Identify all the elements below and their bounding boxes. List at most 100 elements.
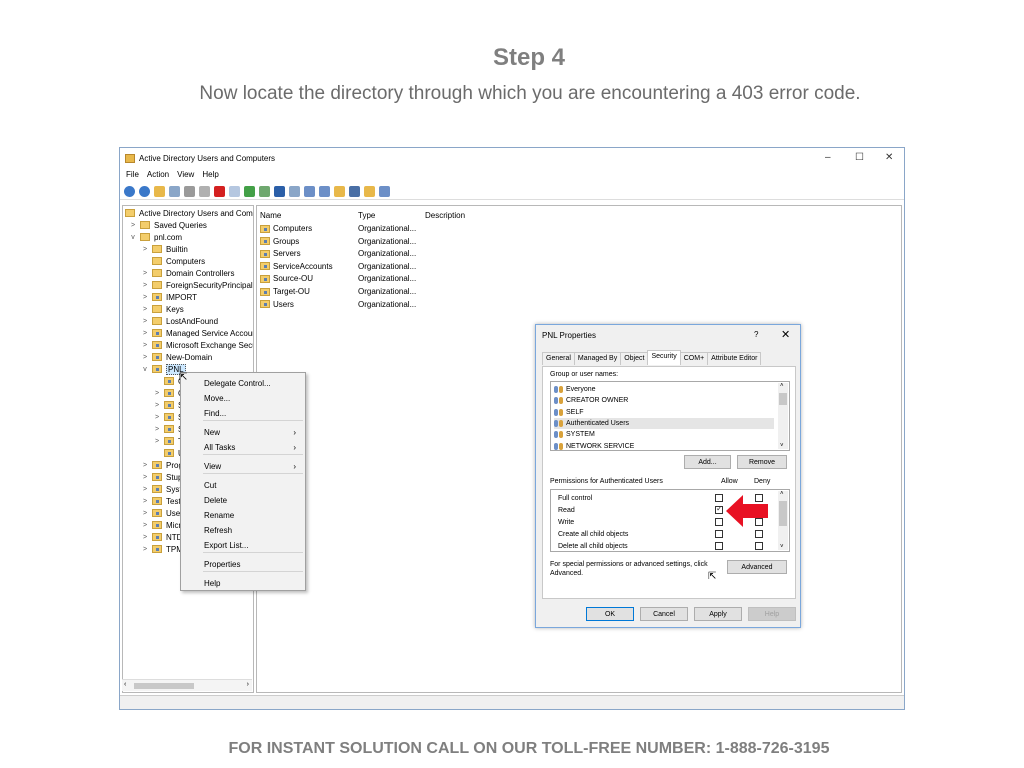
- list-item[interactable]: Computers Organizational...: [257, 224, 457, 236]
- group-list-item[interactable]: SELF: [554, 407, 774, 418]
- scroll-right-icon[interactable]: ›: [247, 681, 249, 688]
- tree-item[interactable]: > NTD: [141, 531, 183, 543]
- tree-item[interactable]: > New-Domain: [141, 351, 212, 363]
- dialog-tab[interactable]: Security: [647, 350, 681, 365]
- expand-chevron-icon[interactable]: >: [141, 342, 149, 349]
- tree-item[interactable]: > TPM: [141, 543, 183, 555]
- add-to-group-icon[interactable]: [379, 186, 390, 197]
- allow-checkbox[interactable]: [715, 542, 723, 550]
- menu-view[interactable]: View: [177, 170, 194, 183]
- context-menu-item[interactable]: Cut: [204, 478, 302, 492]
- minimize-button[interactable]: –: [825, 152, 831, 163]
- tree-item[interactable]: > Managed Service Accour: [141, 327, 253, 339]
- column-header-name[interactable]: Name: [260, 211, 281, 220]
- context-menu-item[interactable]: Refresh: [204, 523, 302, 537]
- tree-item[interactable]: >S: [153, 411, 183, 423]
- expand-chevron-icon[interactable]: >: [141, 462, 149, 469]
- context-menu-item[interactable]: View ›: [204, 459, 302, 473]
- expand-chevron-icon[interactable]: >: [141, 306, 149, 313]
- remove-button[interactable]: Remove: [737, 455, 787, 469]
- maximize-button[interactable]: ☐: [855, 152, 864, 163]
- tree-item[interactable]: > Stup: [141, 471, 183, 483]
- allow-checkbox[interactable]: [715, 504, 723, 514]
- tree-item[interactable]: >S: [153, 399, 183, 411]
- apply-button[interactable]: Apply: [694, 607, 742, 621]
- expand-chevron-icon[interactable]: >: [141, 522, 149, 529]
- expand-chevron-icon[interactable]: >: [141, 354, 149, 361]
- expand-chevron-icon[interactable]: >: [141, 294, 149, 301]
- close-button[interactable]: ✕: [885, 152, 893, 163]
- context-menu-item[interactable]: Export List...: [204, 538, 302, 552]
- tree-item[interactable]: > Domain Controllers: [141, 267, 235, 279]
- group-scroll-thumb[interactable]: [779, 393, 787, 405]
- expand-chevron-icon[interactable]: >: [141, 486, 149, 493]
- group-list-item[interactable]: Everyone: [554, 384, 774, 395]
- tree-horizontal-scrollbar[interactable]: ‹ ›: [122, 679, 252, 691]
- list-item[interactable]: Users Organizational...: [257, 300, 457, 312]
- list-item[interactable]: Groups Organizational...: [257, 237, 457, 249]
- filter-icon[interactable]: [349, 186, 360, 197]
- tree-root[interactable]: Active Directory Users and Com: [125, 207, 253, 219]
- tree-item[interactable]: Computers: [141, 255, 205, 267]
- refresh-icon[interactable]: [244, 186, 255, 197]
- expand-chevron-icon[interactable]: >: [141, 498, 149, 505]
- scroll-down-icon[interactable]: ˅: [780, 443, 784, 449]
- context-menu-item[interactable]: Find...: [204, 406, 302, 420]
- dialog-tab[interactable]: COM+: [679, 352, 709, 365]
- tree-item[interactable]: > Saved Queries: [129, 219, 207, 231]
- properties-icon[interactable]: [229, 186, 240, 197]
- add-button[interactable]: Add...: [684, 455, 731, 469]
- expand-chevron-icon[interactable]: >: [141, 282, 149, 289]
- find-icon[interactable]: [364, 186, 375, 197]
- tree-item[interactable]: > Test: [141, 495, 181, 507]
- menu-action[interactable]: Action: [147, 170, 169, 183]
- allow-checkbox[interactable]: [715, 530, 723, 538]
- context-menu-item[interactable]: Move...: [204, 391, 302, 405]
- expand-chevron-icon[interactable]: >: [141, 330, 149, 337]
- tree-item[interactable]: > Micr: [141, 519, 181, 531]
- tree-item[interactable]: > Microsoft Exchange Secu: [141, 339, 253, 351]
- list-item[interactable]: ServiceAccounts Organizational...: [257, 262, 457, 274]
- expand-chevron-icon[interactable]: v: [129, 234, 137, 241]
- list-item[interactable]: Target-OU Organizational...: [257, 287, 457, 299]
- list-item[interactable]: Source-OU Organizational...: [257, 274, 457, 286]
- column-header-description[interactable]: Description: [425, 211, 465, 220]
- tree-item[interactable]: > Builtin: [141, 243, 188, 255]
- expand-chevron-icon[interactable]: >: [153, 414, 161, 421]
- expand-chevron-icon[interactable]: >: [153, 438, 161, 445]
- cut-icon[interactable]: [184, 186, 195, 197]
- ok-button[interactable]: OK: [586, 607, 634, 621]
- expand-chevron-icon[interactable]: >: [129, 222, 137, 229]
- back-arrow-icon[interactable]: [124, 186, 135, 197]
- new-group-icon[interactable]: [319, 186, 330, 197]
- dialog-tab[interactable]: Attribute Editor: [707, 352, 762, 365]
- tree-item[interactable]: v pnl.com: [129, 231, 182, 243]
- expand-chevron-icon[interactable]: >: [141, 246, 149, 253]
- tree-item[interactable]: > IMPORT: [141, 291, 197, 303]
- context-menu-item[interactable]: Help: [204, 576, 302, 590]
- expand-chevron-icon[interactable]: >: [141, 546, 149, 553]
- column-header-type[interactable]: Type: [358, 211, 375, 220]
- copy-icon[interactable]: [199, 186, 210, 197]
- console-icon[interactable]: [289, 186, 300, 197]
- dialog-tab[interactable]: Object: [620, 352, 649, 365]
- group-list-item[interactable]: Authenticated Users: [554, 417, 774, 429]
- tree-item[interactable]: >S: [153, 423, 183, 435]
- tree-item[interactable]: > Syst: [141, 483, 182, 495]
- menu-file[interactable]: File: [126, 170, 139, 183]
- tree-item[interactable]: > LostAndFound: [141, 315, 218, 327]
- expand-chevron-icon[interactable]: >: [141, 318, 149, 325]
- expand-chevron-icon[interactable]: >: [153, 402, 161, 409]
- advanced-button[interactable]: Advanced: [727, 560, 787, 574]
- tree-item[interactable]: >T: [153, 435, 183, 447]
- context-menu-item[interactable]: Rename: [204, 508, 302, 522]
- help-button[interactable]: Help: [748, 607, 796, 621]
- help-icon[interactable]: [274, 186, 285, 197]
- list-item[interactable]: Servers Organizational...: [257, 249, 457, 261]
- expand-chevron-icon[interactable]: >: [153, 390, 161, 397]
- allow-checkbox[interactable]: [715, 518, 723, 526]
- context-menu-item[interactable]: New ›: [204, 425, 302, 439]
- dialog-help-icon[interactable]: ?: [754, 330, 758, 339]
- expand-chevron-icon[interactable]: >: [141, 270, 149, 277]
- expand-chevron-icon[interactable]: >: [141, 534, 149, 541]
